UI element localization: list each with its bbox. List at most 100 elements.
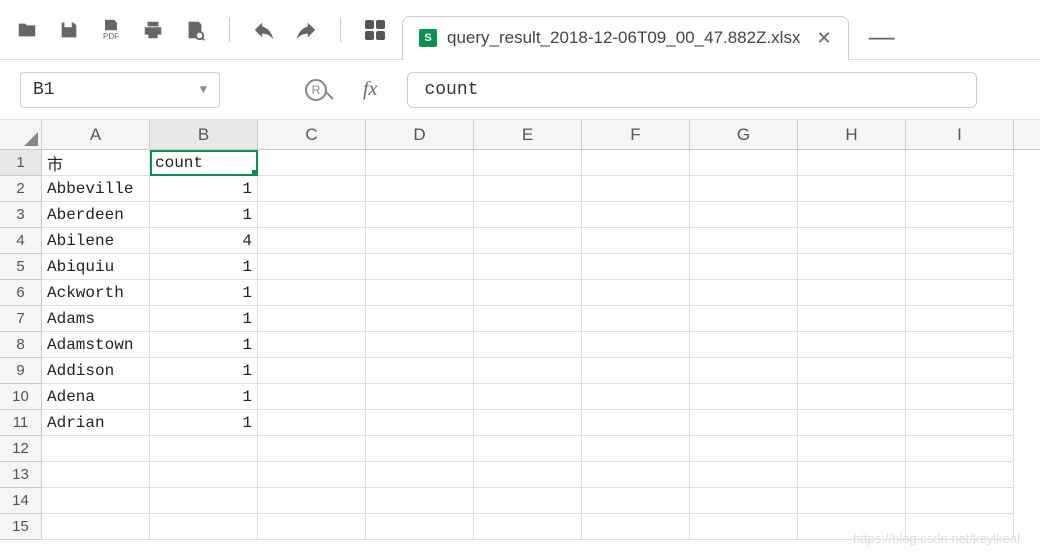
row-header-7[interactable]: 7 [0, 306, 42, 332]
cell-B4[interactable]: 4 [150, 228, 258, 254]
column-header-D[interactable]: D [366, 120, 474, 149]
cell-A12[interactable] [42, 436, 150, 462]
cell-I5[interactable] [906, 254, 1014, 280]
cell-G2[interactable] [690, 176, 798, 202]
cell-F4[interactable] [582, 228, 690, 254]
cell-I2[interactable] [906, 176, 1014, 202]
cell-H7[interactable] [798, 306, 906, 332]
cell-G9[interactable] [690, 358, 798, 384]
cell-B8[interactable]: 1 [150, 332, 258, 358]
row-header-6[interactable]: 6 [0, 280, 42, 306]
cell-F7[interactable] [582, 306, 690, 332]
column-header-B[interactable]: B [150, 120, 258, 149]
cell-C14[interactable] [258, 488, 366, 514]
chevron-down-icon[interactable]: ▼ [200, 83, 207, 97]
row-header-4[interactable]: 4 [0, 228, 42, 254]
cell-C15[interactable] [258, 514, 366, 540]
cell-G14[interactable] [690, 488, 798, 514]
cell-H6[interactable] [798, 280, 906, 306]
cell-D10[interactable] [366, 384, 474, 410]
cell-B1[interactable]: count [150, 150, 258, 176]
redo-icon[interactable] [294, 18, 318, 42]
cell-I12[interactable] [906, 436, 1014, 462]
select-all-corner[interactable] [0, 120, 42, 149]
open-icon[interactable] [15, 18, 39, 42]
cell-F13[interactable] [582, 462, 690, 488]
cell-B10[interactable]: 1 [150, 384, 258, 410]
pdf-export-icon[interactable]: PDF [99, 18, 123, 42]
row-header-9[interactable]: 9 [0, 358, 42, 384]
cell-I11[interactable] [906, 410, 1014, 436]
cell-E5[interactable] [474, 254, 582, 280]
cell-E13[interactable] [474, 462, 582, 488]
cell-A11[interactable]: Adrian [42, 410, 150, 436]
cell-G1[interactable] [690, 150, 798, 176]
cell-B6[interactable]: 1 [150, 280, 258, 306]
cell-H1[interactable] [798, 150, 906, 176]
cell-D13[interactable] [366, 462, 474, 488]
cell-E10[interactable] [474, 384, 582, 410]
cell-A13[interactable] [42, 462, 150, 488]
cell-A8[interactable]: Adamstown [42, 332, 150, 358]
cell-A3[interactable]: Aberdeen [42, 202, 150, 228]
cell-I9[interactable] [906, 358, 1014, 384]
cell-H10[interactable] [798, 384, 906, 410]
cell-B9[interactable]: 1 [150, 358, 258, 384]
cell-C10[interactable] [258, 384, 366, 410]
row-header-11[interactable]: 11 [0, 410, 42, 436]
cell-I13[interactable] [906, 462, 1014, 488]
cell-B11[interactable]: 1 [150, 410, 258, 436]
cell-D3[interactable] [366, 202, 474, 228]
cell-I4[interactable] [906, 228, 1014, 254]
cell-A2[interactable]: Abbeville [42, 176, 150, 202]
row-header-13[interactable]: 13 [0, 462, 42, 488]
cell-H14[interactable] [798, 488, 906, 514]
cell-F6[interactable] [582, 280, 690, 306]
cell-A4[interactable]: Abilene [42, 228, 150, 254]
column-header-G[interactable]: G [690, 120, 798, 149]
row-header-14[interactable]: 14 [0, 488, 42, 514]
cell-D12[interactable] [366, 436, 474, 462]
formula-input[interactable]: count [407, 72, 977, 108]
apps-grid-icon[interactable] [363, 18, 387, 42]
print-icon[interactable] [141, 18, 165, 42]
save-icon[interactable] [57, 18, 81, 42]
row-header-5[interactable]: 5 [0, 254, 42, 280]
cell-H3[interactable] [798, 202, 906, 228]
cell-C1[interactable] [258, 150, 366, 176]
cell-B15[interactable] [150, 514, 258, 540]
cell-C2[interactable] [258, 176, 366, 202]
cell-C4[interactable] [258, 228, 366, 254]
cell-E4[interactable] [474, 228, 582, 254]
row-header-8[interactable]: 8 [0, 332, 42, 358]
cell-D5[interactable] [366, 254, 474, 280]
cell-reference-input[interactable]: B1 ▼ [20, 72, 220, 108]
cell-F1[interactable] [582, 150, 690, 176]
minimize-icon[interactable]: — [869, 21, 895, 60]
row-header-2[interactable]: 2 [0, 176, 42, 202]
cell-D15[interactable] [366, 514, 474, 540]
cell-H2[interactable] [798, 176, 906, 202]
cell-H11[interactable] [798, 410, 906, 436]
cell-F3[interactable] [582, 202, 690, 228]
cell-G5[interactable] [690, 254, 798, 280]
undo-icon[interactable] [252, 18, 276, 42]
cell-C3[interactable] [258, 202, 366, 228]
cell-A6[interactable]: Ackworth [42, 280, 150, 306]
cell-E8[interactable] [474, 332, 582, 358]
cell-H13[interactable] [798, 462, 906, 488]
cell-E7[interactable] [474, 306, 582, 332]
cell-C11[interactable] [258, 410, 366, 436]
cell-B2[interactable]: 1 [150, 176, 258, 202]
cell-E11[interactable] [474, 410, 582, 436]
cell-E12[interactable] [474, 436, 582, 462]
cell-A14[interactable] [42, 488, 150, 514]
cell-E15[interactable] [474, 514, 582, 540]
cell-D11[interactable] [366, 410, 474, 436]
cell-I3[interactable] [906, 202, 1014, 228]
cell-H9[interactable] [798, 358, 906, 384]
cell-F5[interactable] [582, 254, 690, 280]
document-tab[interactable]: S query_result_2018-12-06T09_00_47.882Z.… [402, 16, 849, 60]
cell-H12[interactable] [798, 436, 906, 462]
cell-F10[interactable] [582, 384, 690, 410]
